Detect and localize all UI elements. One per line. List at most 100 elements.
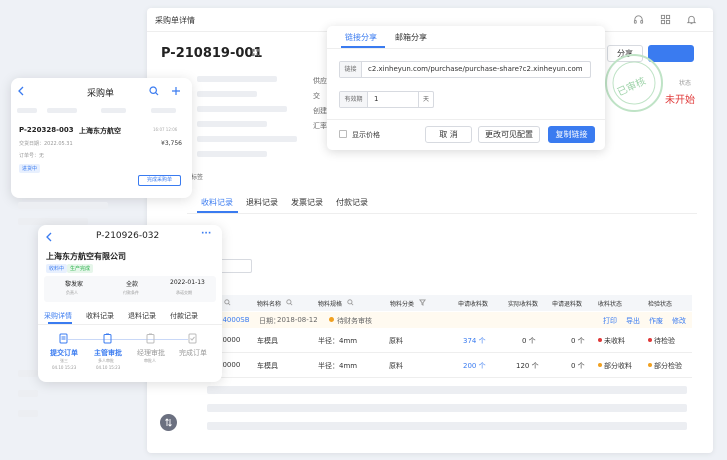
- qrcode-icon[interactable]: [251, 48, 260, 57]
- window-title: 采购单详情: [155, 16, 195, 25]
- col-header-material-spec: 物料规格: [318, 301, 343, 308]
- cancel-button[interactable]: 取 消: [425, 126, 472, 143]
- search-icon[interactable]: [347, 299, 354, 306]
- row-material-name: 车模具: [257, 362, 278, 370]
- table-row[interactable]: 00000 车模具 半径：4mm 原料 200 个 120 个 0 个 部分收料…: [187, 353, 692, 378]
- col-header-material-name: 物料名称: [257, 301, 282, 308]
- tab-payment-records[interactable]: 付款记录: [336, 197, 368, 208]
- action-print[interactable]: 打印: [603, 316, 617, 326]
- field-label-delivery: 交: [313, 92, 320, 100]
- clipboard-icon: [103, 333, 112, 344]
- group-row-code[interactable]: 04000SB: [218, 316, 250, 324]
- row-apply-qty[interactable]: 200 个: [463, 361, 486, 371]
- list-time: 16:07 12:06: [153, 127, 178, 132]
- stat-payment-value: 全款: [126, 281, 139, 288]
- table-row[interactable]: 00000 车模具 半径：4mm 原料 374 个 0 个 0 个 未收料 待检…: [187, 328, 692, 353]
- plus-icon[interactable]: [171, 86, 181, 96]
- search-icon[interactable]: [286, 299, 293, 306]
- tag-production-done: 生产完成: [67, 264, 94, 273]
- order-number: P-210819-001: [161, 46, 263, 61]
- tab-return-records[interactable]: 退料记录: [246, 197, 278, 208]
- row-apply-qty[interactable]: 374 个: [463, 336, 486, 346]
- step-manager-label: 主管审批: [94, 349, 122, 357]
- row-return-qty: 0 个: [571, 362, 585, 370]
- row-actual-qty: 120 个: [516, 362, 539, 370]
- col-header-return-qty: 申请退料数: [552, 301, 583, 308]
- search-icon[interactable]: [149, 86, 159, 96]
- tab-invoice-records[interactable]: 发票记录: [291, 197, 323, 208]
- detail-order-number: P-210926-032: [96, 231, 160, 241]
- step-manager-who: 多人审批: [98, 358, 114, 363]
- mobile-order-detail: P-210926-032 ··· 上海东方航空有限公司 收料中 生产完成 黎发家…: [38, 225, 222, 382]
- status-label: 状态: [679, 80, 692, 87]
- step-director-who: 审批人: [144, 358, 156, 363]
- link-value: c2.xinheyun.com/purchase/purchase-share?…: [368, 65, 583, 73]
- field-label-supplier: 供应: [313, 77, 327, 85]
- group-row-status: 待财务审核: [337, 317, 372, 325]
- show-price-checkbox[interactable]: [339, 130, 347, 138]
- validity-label: 有效期: [340, 92, 368, 107]
- list-order-number[interactable]: P-220328-003: [19, 126, 74, 134]
- tab-purchase-detail[interactable]: 采购详情: [44, 311, 72, 321]
- row-receive-status: 部分收料: [604, 362, 632, 370]
- headset-icon[interactable]: [633, 14, 644, 25]
- step-complete-label: 完成订单: [179, 349, 207, 357]
- row-inspection-status: 部分检验: [654, 362, 682, 370]
- col-header-inspection-status: 检验状态: [648, 301, 673, 308]
- row-material-category: 原料: [389, 337, 403, 345]
- tab-return-records[interactable]: 退料记录: [128, 311, 156, 321]
- status-value: 未开始: [665, 95, 695, 106]
- status-dot: [648, 338, 652, 342]
- col-header-apply-qty: 申请收料数: [458, 301, 489, 308]
- tab-payment-records[interactable]: 付款记录: [170, 311, 198, 321]
- change-visibility-button[interactable]: 更改可见配置: [478, 126, 540, 143]
- detail-company: 上海东方航空有限公司: [46, 252, 126, 261]
- tab-receive-records[interactable]: 收料记录: [86, 311, 114, 321]
- validity-unit: 天: [418, 92, 433, 107]
- bell-icon[interactable]: [686, 14, 697, 25]
- document-icon: [59, 333, 68, 344]
- row-material-name: 车模具: [257, 337, 278, 345]
- show-price-label: 显示价格: [352, 131, 380, 139]
- col-header-material-category: 物料分类: [390, 301, 415, 308]
- list-order-label: 订单号：无: [19, 153, 45, 159]
- action-void[interactable]: 作废: [649, 316, 663, 326]
- field-label-created: 创建: [313, 107, 327, 115]
- stat-payment-label: 付款条件: [123, 290, 139, 295]
- list-amount: ¥3,756: [161, 140, 182, 147]
- sort-fab[interactable]: [160, 414, 177, 431]
- link-label: 链接: [340, 62, 362, 77]
- validity-value: 1: [374, 95, 379, 103]
- step-director-label: 经理审批: [137, 349, 165, 357]
- sort-icon: [165, 418, 172, 427]
- mobile-list-title: 采购单: [87, 89, 115, 99]
- more-icon[interactable]: ···: [201, 229, 211, 239]
- search-icon[interactable]: [224, 299, 231, 306]
- stat-promise-label: 承诺交期: [176, 290, 192, 295]
- back-arrow-icon[interactable]: [45, 232, 53, 242]
- share-dialog: 链接分享 邮箱分享 链接 c2.xinheyun.com/purchase/pu…: [327, 26, 605, 150]
- grid-icon[interactable]: [660, 14, 671, 25]
- row-material-spec: 半径：4mm: [318, 362, 358, 370]
- tab-receive-records[interactable]: 收料记录: [201, 197, 233, 208]
- complete-order-button[interactable]: 完成采购单: [138, 175, 181, 186]
- action-export[interactable]: 导出: [626, 316, 640, 326]
- back-arrow-icon[interactable]: [17, 86, 25, 96]
- status-dot: [329, 317, 334, 322]
- action-edit[interactable]: 修改: [672, 316, 686, 326]
- step-submit-time: 04.10 15:23: [52, 365, 77, 370]
- validity-field[interactable]: 有效期 1 天: [339, 91, 434, 108]
- tab-link-share[interactable]: 链接分享: [345, 32, 377, 43]
- row-material-spec: 半径：4mm: [318, 337, 358, 345]
- stat-owner-label: 负责人: [66, 290, 78, 295]
- list-delivery-date: 交货日期：2022.05.31: [19, 141, 73, 147]
- step-manager-time: 04.10 15:23: [96, 365, 121, 370]
- status-dot: [648, 363, 652, 367]
- filter-icon[interactable]: [419, 299, 426, 306]
- tab-email-share[interactable]: 邮箱分享: [395, 32, 427, 43]
- copy-link-button[interactable]: 复制链接: [548, 126, 595, 143]
- status-dot: [598, 338, 602, 342]
- link-field[interactable]: 链接 c2.xinheyun.com/purchase/purchase-sha…: [339, 61, 591, 78]
- row-inspection-status: 待检验: [654, 337, 675, 345]
- step-submit-who: 张三: [60, 358, 68, 363]
